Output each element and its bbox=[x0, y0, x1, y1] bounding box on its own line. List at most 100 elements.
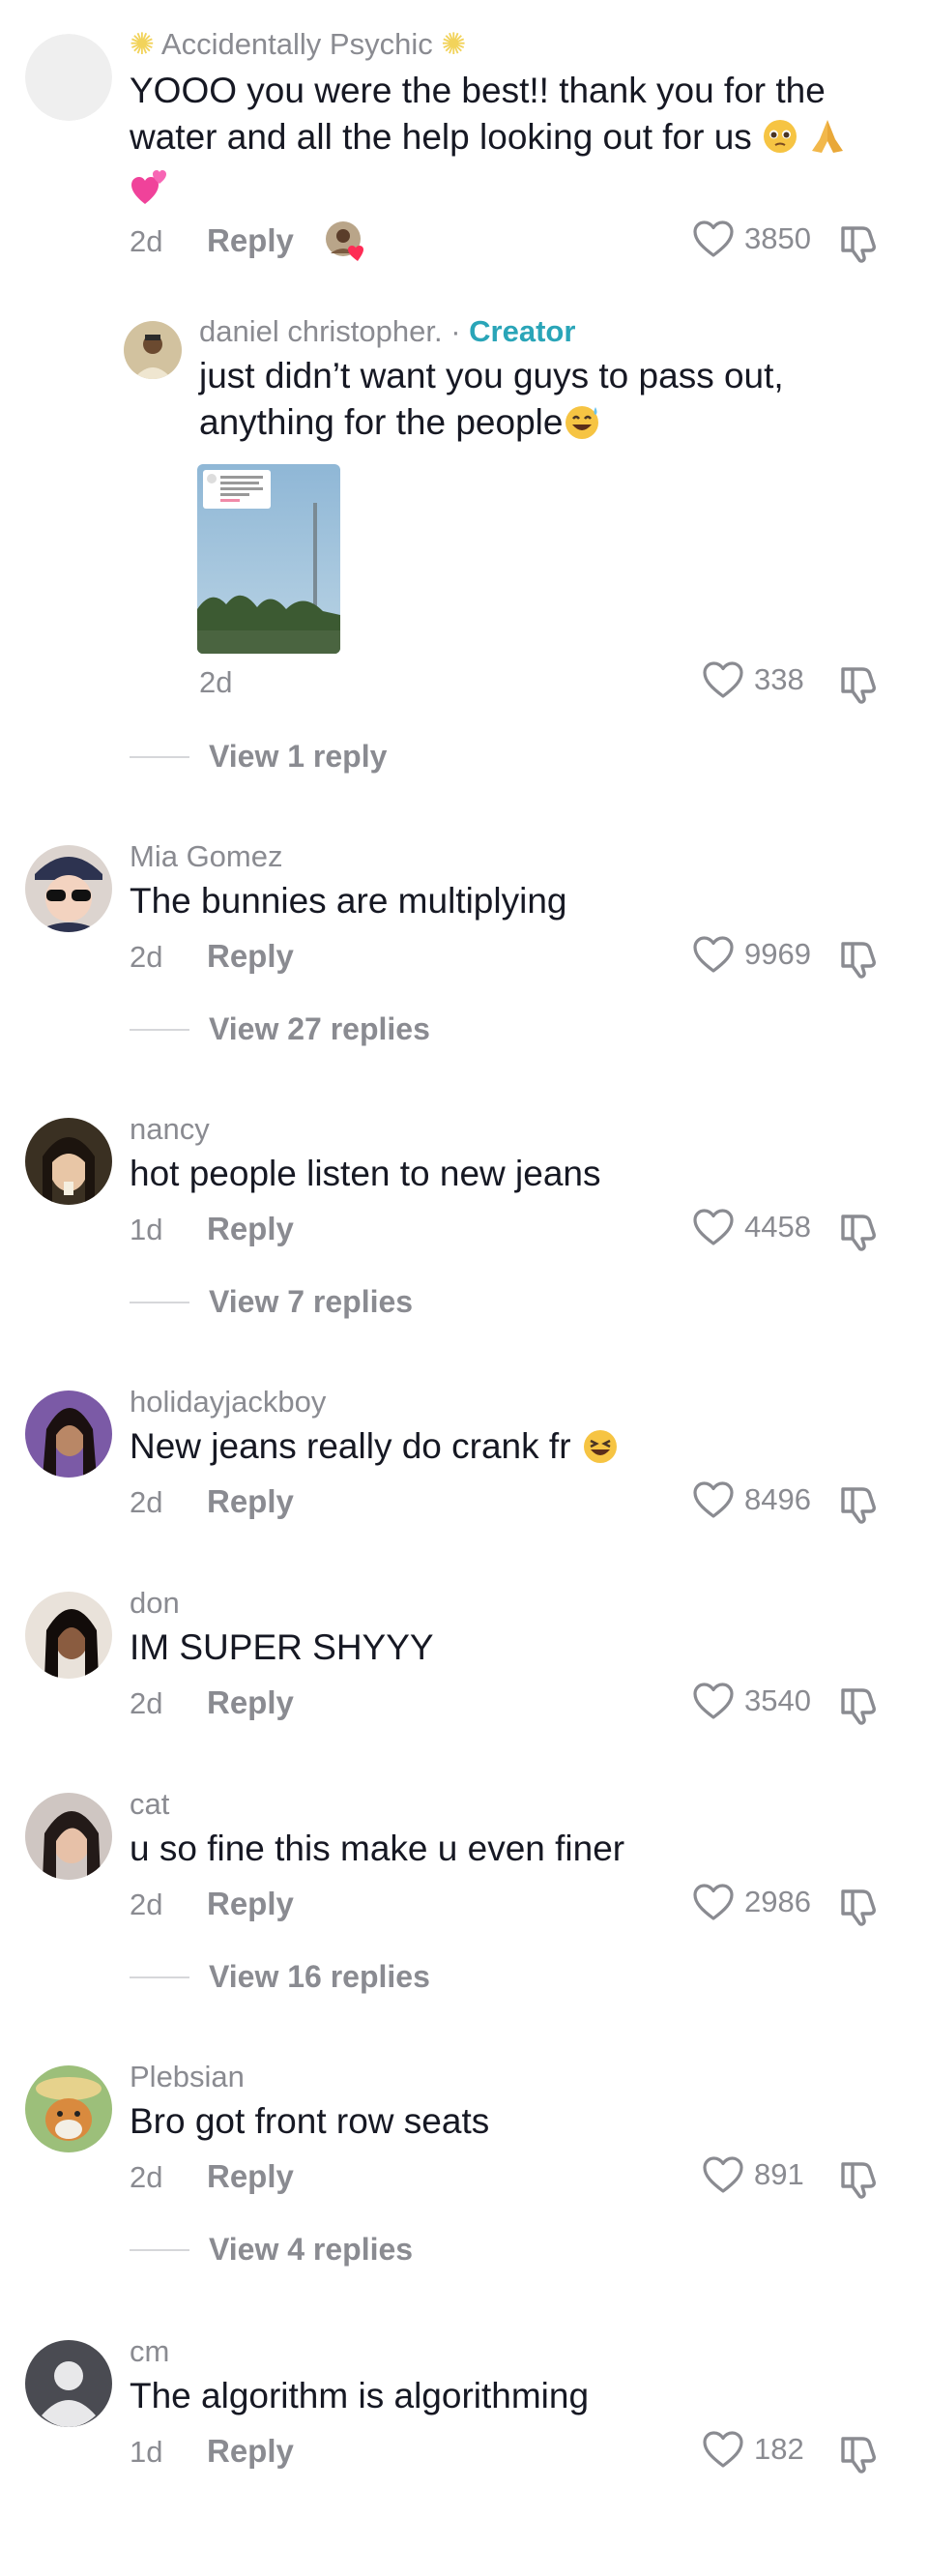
avatar[interactable] bbox=[25, 1390, 112, 1478]
heart-icon bbox=[692, 935, 735, 974]
creator-avatar[interactable] bbox=[124, 321, 182, 379]
comment-time: 2d bbox=[130, 2160, 163, 2194]
like-count: 8496 bbox=[744, 1482, 811, 1516]
like-count: 9969 bbox=[744, 937, 811, 971]
reply-button[interactable]: Reply bbox=[207, 2158, 294, 2195]
reply-button[interactable]: Reply bbox=[207, 1684, 294, 1721]
grinning-sweat-icon bbox=[563, 403, 601, 452]
like-count: 338 bbox=[754, 662, 804, 696]
comment-item: Plebsian Bro got front row seats 2d Repl… bbox=[0, 2060, 928, 2311]
creator-liked-avatar bbox=[325, 220, 367, 263]
heart-icon bbox=[692, 1883, 735, 1921]
comment-username[interactable]: don bbox=[130, 1586, 180, 1621]
divider bbox=[130, 1976, 189, 1978]
comment-time: 2d bbox=[130, 224, 163, 258]
reply-button[interactable]: Reply bbox=[207, 1211, 294, 1247]
like-button[interactable]: 891 bbox=[702, 2155, 804, 2194]
pleading-face-icon bbox=[762, 118, 798, 166]
like-button[interactable]: 182 bbox=[702, 2430, 804, 2469]
avatar[interactable] bbox=[25, 2065, 112, 2152]
video-thumbnail[interactable] bbox=[197, 464, 340, 654]
heart-icon bbox=[692, 1208, 735, 1246]
sparkle-icon: ✺ bbox=[130, 27, 155, 61]
dislike-icon[interactable] bbox=[839, 2158, 880, 2199]
heart-icon bbox=[702, 2155, 744, 2194]
view-replies-button[interactable]: View 7 replies bbox=[130, 1284, 413, 1320]
like-button[interactable]: 4458 bbox=[692, 1208, 811, 1246]
heart-icon bbox=[702, 660, 744, 699]
comment-text: IM SUPER SHYYY bbox=[130, 1627, 434, 1667]
comment-time: 2d bbox=[130, 1686, 163, 1720]
comment-item: nancy hot people listen to new jeans 1d … bbox=[0, 1112, 928, 1363]
dislike-icon[interactable] bbox=[839, 2433, 880, 2474]
heart-icon bbox=[692, 1480, 735, 1519]
comment-username[interactable]: Mia Gomez bbox=[130, 839, 282, 874]
view-replies-button[interactable]: View 27 replies bbox=[130, 1011, 430, 1047]
heart-icon bbox=[692, 1682, 735, 1720]
dislike-icon[interactable] bbox=[839, 663, 880, 704]
dislike-icon[interactable] bbox=[839, 1684, 880, 1725]
like-count: 4458 bbox=[744, 1210, 811, 1244]
comment-text: Bro got front row seats bbox=[130, 2101, 490, 2141]
comment-username[interactable]: nancy bbox=[130, 1112, 210, 1147]
like-count: 3850 bbox=[744, 221, 811, 255]
like-button[interactable]: 3850 bbox=[692, 220, 811, 258]
avatar[interactable] bbox=[25, 845, 112, 932]
reply-button[interactable]: Reply bbox=[207, 1483, 294, 1520]
reply-button[interactable]: Reply bbox=[207, 938, 294, 975]
comment-username[interactable]: holidayjackboy bbox=[130, 1385, 326, 1420]
sparkle-icon: ✺ bbox=[441, 27, 467, 61]
like-button[interactable]: 9969 bbox=[692, 935, 811, 974]
comment-text: The bunnies are multiplying bbox=[130, 881, 567, 921]
divider bbox=[130, 2248, 189, 2251]
reply-text: just didn’t want you guys to pass out, a… bbox=[199, 353, 876, 452]
like-button[interactable]: 2986 bbox=[692, 1883, 811, 1921]
comment-text: hot people listen to new jeans bbox=[130, 1154, 601, 1193]
view-replies-button[interactable]: View 1 reply bbox=[130, 739, 387, 775]
avatar[interactable] bbox=[25, 2340, 112, 2427]
creator-badge: Creator bbox=[469, 314, 576, 348]
comment-text: The algorithm is algorithming bbox=[130, 2376, 590, 2415]
comment-time: 1d bbox=[130, 1213, 163, 1246]
comment-username[interactable]: Plebsian bbox=[130, 2060, 245, 2094]
comment-time: 2d bbox=[130, 1888, 163, 1921]
divider bbox=[130, 1028, 189, 1031]
view-replies-button[interactable]: View 16 replies bbox=[130, 1959, 430, 1995]
dislike-icon[interactable] bbox=[839, 222, 880, 263]
comment-item: Mia Gomez The bunnies are multiplying 2d… bbox=[0, 839, 928, 1091]
view-replies-button[interactable]: View 4 replies bbox=[130, 2232, 413, 2268]
like-button[interactable]: 8496 bbox=[692, 1480, 811, 1519]
hearts-icon bbox=[130, 168, 170, 219]
reply-button[interactable]: Reply bbox=[207, 222, 294, 259]
avatar[interactable] bbox=[25, 34, 112, 121]
like-count: 2986 bbox=[744, 1885, 811, 1918]
like-button[interactable]: 3540 bbox=[692, 1682, 811, 1720]
comment-username[interactable]: cm bbox=[130, 2334, 169, 2369]
avatar[interactable] bbox=[25, 1793, 112, 1880]
reply-button[interactable]: Reply bbox=[207, 1886, 294, 1922]
like-count: 891 bbox=[754, 2157, 804, 2191]
comment-item: cat u so fine this make u even finer 2d … bbox=[0, 1787, 928, 2038]
laughing-face-icon bbox=[581, 1427, 620, 1476]
dislike-icon[interactable] bbox=[839, 1211, 880, 1251]
comment-username[interactable]: ✺ Accidentally Psychic ✺ bbox=[130, 27, 466, 62]
reply-username[interactable]: daniel christopher. · Creator bbox=[199, 314, 575, 349]
avatar[interactable] bbox=[25, 1118, 112, 1205]
folded-hands-icon bbox=[808, 118, 847, 166]
comment-item: ✺ Accidentally Psychic ✺ YOOO you were t… bbox=[0, 0, 928, 793]
comment-text: u so fine this make u even finer bbox=[130, 1829, 625, 1868]
comment-item: holidayjackboy New jeans really do crank… bbox=[0, 1385, 928, 1549]
comment-item: don IM SUPER SHYYY 2d Reply 3540 bbox=[0, 1586, 928, 1750]
reply-button[interactable]: Reply bbox=[207, 2433, 294, 2470]
dislike-icon[interactable] bbox=[839, 938, 880, 979]
dislike-icon[interactable] bbox=[839, 1483, 880, 1524]
like-count: 182 bbox=[754, 2432, 804, 2466]
avatar[interactable] bbox=[25, 1592, 112, 1679]
like-count: 3540 bbox=[744, 1683, 811, 1717]
dislike-icon[interactable] bbox=[839, 1886, 880, 1926]
comment-time: 1d bbox=[130, 2435, 163, 2469]
heart-icon bbox=[702, 2430, 744, 2469]
comment-item: cm The algorithm is algorithming 1d Repl… bbox=[0, 2334, 928, 2528]
like-button[interactable]: 338 bbox=[702, 660, 804, 699]
comment-username[interactable]: cat bbox=[130, 1787, 169, 1822]
